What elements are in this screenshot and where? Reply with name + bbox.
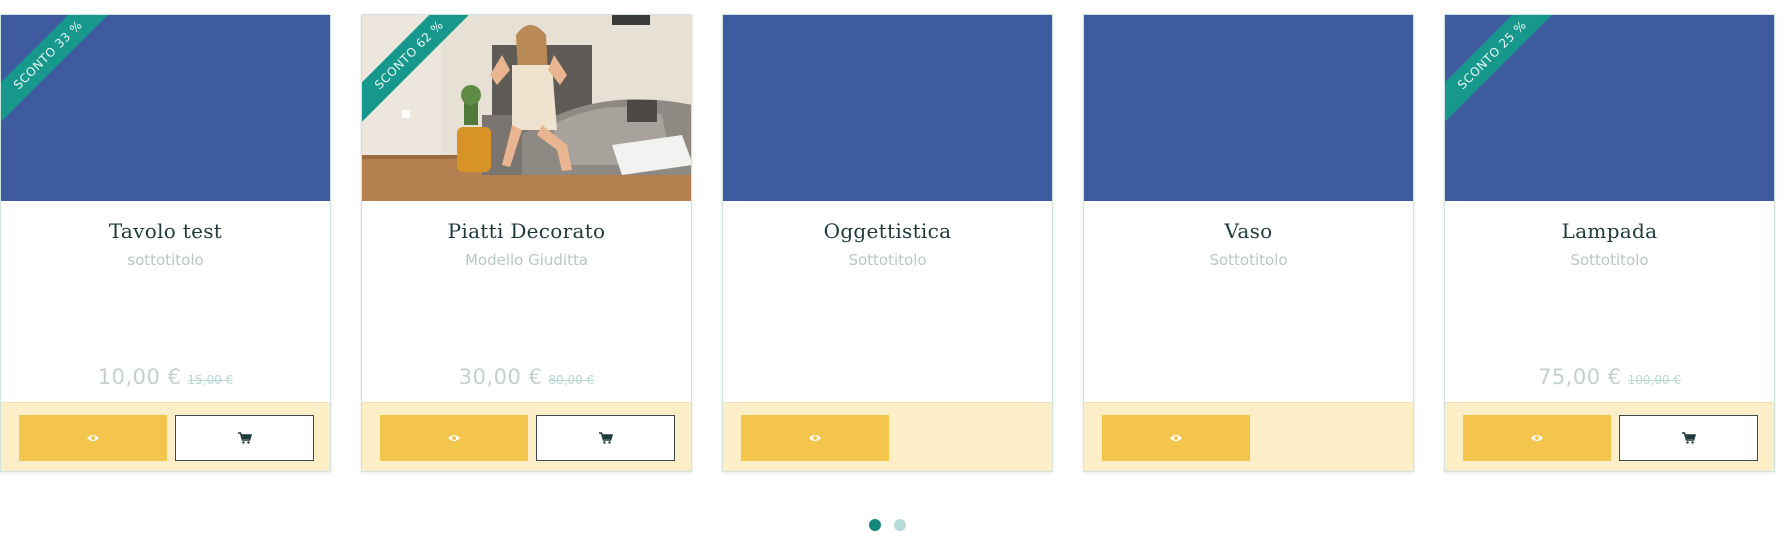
cart-icon [1681,432,1696,444]
carousel-pagination [0,519,1788,533]
product-card[interactable]: SCONTO 25 % Lampada Sottotitolo 75,00 € 1… [1444,14,1775,472]
product-subtitle: Sottotitolo [1209,251,1288,269]
eye-icon [1170,435,1182,441]
view-button[interactable] [19,415,167,461]
product-card[interactable]: Vaso Sottotitolo [1083,14,1414,472]
product-price: 75,00 € 100,00 € [1445,365,1774,389]
product-price: 10,00 € 15,00 € [1,365,330,389]
add-to-cart-button[interactable] [175,415,314,461]
product-title[interactable]: Piatti Decorato [362,219,691,243]
eye-icon [448,435,460,441]
card-actions [362,402,691,471]
pagination-dot[interactable] [894,519,906,531]
product-subtitle: sottotitolo [127,251,204,269]
product-card[interactable]: Oggettistica Sottotitolo [722,14,1053,472]
card-actions [1445,402,1774,471]
product-image[interactable] [723,15,1052,201]
product-card[interactable]: SCONTO 62 % Piatti Decorato Modello Giud… [361,14,692,472]
eye-icon [809,435,821,441]
pagination-dot-active[interactable] [869,519,881,531]
view-button[interactable] [380,415,528,461]
card-actions [1084,402,1413,471]
view-button[interactable] [1102,415,1250,461]
add-to-cart-button[interactable] [536,415,675,461]
old-price: 15,00 € [187,373,234,387]
product-card[interactable]: SCONTO 33 % Tavolo test sottotitolo 10,0… [0,14,331,472]
discount-ribbon: SCONTO 25 % [1445,15,1563,126]
product-image[interactable]: SCONTO 33 % [1,15,330,201]
current-price: 30,00 € [458,365,543,389]
product-carousel: SCONTO 33 % Tavolo test sottotitolo 10,0… [0,14,1788,474]
product-title[interactable]: Oggettistica [723,219,1052,243]
old-price: 100,00 € [1627,373,1682,387]
card-actions [1,402,330,471]
eye-icon [87,435,99,441]
product-title[interactable]: Vaso [1084,219,1413,243]
cart-icon [237,432,252,444]
current-price: 75,00 € [1537,365,1622,389]
product-subtitle: Sottotitolo [848,251,927,269]
cart-icon [598,432,613,444]
card-actions [723,402,1052,471]
eye-icon [1531,435,1543,441]
product-price: 30,00 € 80,00 € [362,365,691,389]
product-subtitle: Modello Giuditta [464,251,589,269]
discount-ribbon: SCONTO 33 % [1,15,119,126]
product-image[interactable]: SCONTO 62 % [362,15,691,201]
product-image[interactable] [1084,15,1413,201]
product-subtitle: Sottotitolo [1570,251,1649,269]
product-title[interactable]: Lampada [1445,219,1774,243]
product-image[interactable]: SCONTO 25 % [1445,15,1774,201]
product-title[interactable]: Tavolo test [1,219,330,243]
add-to-cart-button[interactable] [1619,415,1758,461]
view-button[interactable] [1463,415,1611,461]
view-button[interactable] [741,415,889,461]
old-price: 80,00 € [548,373,595,387]
current-price: 10,00 € [97,365,182,389]
